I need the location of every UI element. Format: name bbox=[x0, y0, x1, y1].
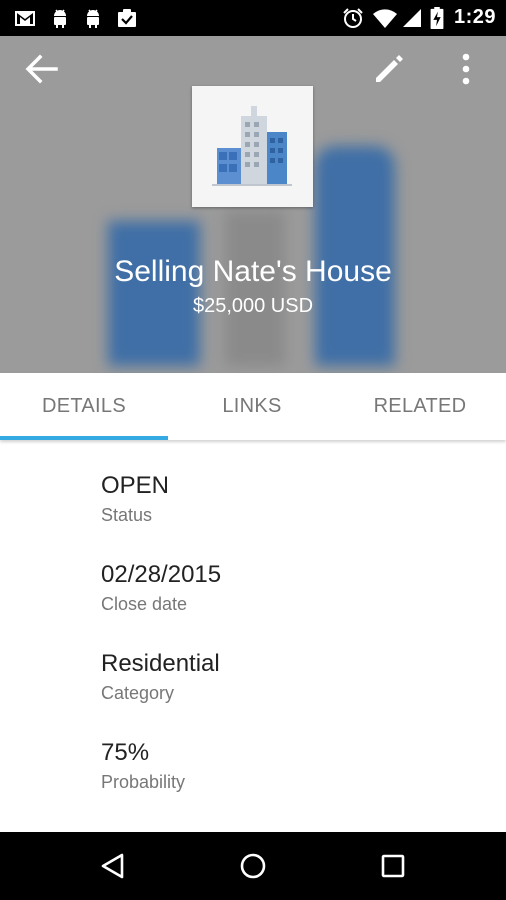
field-close-date: 02/28/2015 Close date bbox=[101, 560, 221, 616]
clipboard-check-icon bbox=[118, 9, 136, 27]
tab-details[interactable]: DETAILS bbox=[0, 373, 168, 440]
tab-links[interactable]: LINKS bbox=[168, 373, 336, 440]
opportunity-amount: $25,000 USD bbox=[192, 295, 314, 317]
signal-icon bbox=[403, 9, 421, 27]
back-button[interactable] bbox=[18, 45, 66, 93]
android-icon bbox=[54, 9, 66, 28]
nav-home-button[interactable] bbox=[229, 846, 277, 886]
status-value: OPEN bbox=[101, 472, 170, 499]
header: Selling Nate's House $25,000 USD bbox=[0, 36, 506, 373]
gmail-icon bbox=[15, 11, 35, 26]
nav-recents-button[interactable] bbox=[369, 846, 417, 886]
nav-back-button[interactable] bbox=[89, 846, 137, 886]
edit-pencil-icon bbox=[376, 55, 403, 82]
overflow-menu-icon bbox=[462, 53, 470, 85]
home-circle-icon bbox=[240, 853, 266, 879]
close-date-label: Close date bbox=[101, 594, 188, 614]
status-label: Status bbox=[101, 505, 153, 525]
edit-button[interactable] bbox=[365, 45, 413, 93]
android-icon bbox=[87, 9, 99, 28]
back-arrow-icon bbox=[25, 54, 58, 84]
probability-label: Probability bbox=[101, 772, 186, 792]
alarm-icon bbox=[343, 8, 363, 28]
details-panel: OPEN Status 02/28/2015 Close date Reside… bbox=[0, 440, 506, 832]
field-probability: 75% Probability bbox=[101, 738, 185, 794]
recents-square-icon bbox=[381, 854, 405, 878]
close-date-value: 02/28/2015 bbox=[101, 561, 222, 588]
field-status: OPEN Status bbox=[101, 471, 169, 527]
opportunity-image bbox=[192, 86, 313, 207]
overflow-menu-button[interactable] bbox=[442, 45, 490, 93]
battery-charging-icon bbox=[430, 7, 444, 29]
back-triangle-icon bbox=[101, 853, 124, 879]
tab-bar: DETAILS LINKS RELATED bbox=[0, 373, 506, 440]
opportunity-title: Selling Nate's House bbox=[114, 255, 392, 288]
category-value: Residential bbox=[101, 650, 220, 677]
probability-value: 75% bbox=[101, 739, 150, 766]
tab-indicator bbox=[0, 436, 168, 440]
navigation-bar bbox=[0, 832, 506, 900]
status-bar: 1:29 bbox=[0, 0, 506, 36]
tab-related[interactable]: RELATED bbox=[336, 373, 504, 440]
wifi-icon bbox=[373, 9, 397, 28]
buildings-icon bbox=[212, 106, 292, 186]
field-category: Residential Category bbox=[101, 649, 220, 705]
status-time: 1:29 bbox=[453, 6, 496, 28]
category-label: Category bbox=[101, 683, 175, 703]
